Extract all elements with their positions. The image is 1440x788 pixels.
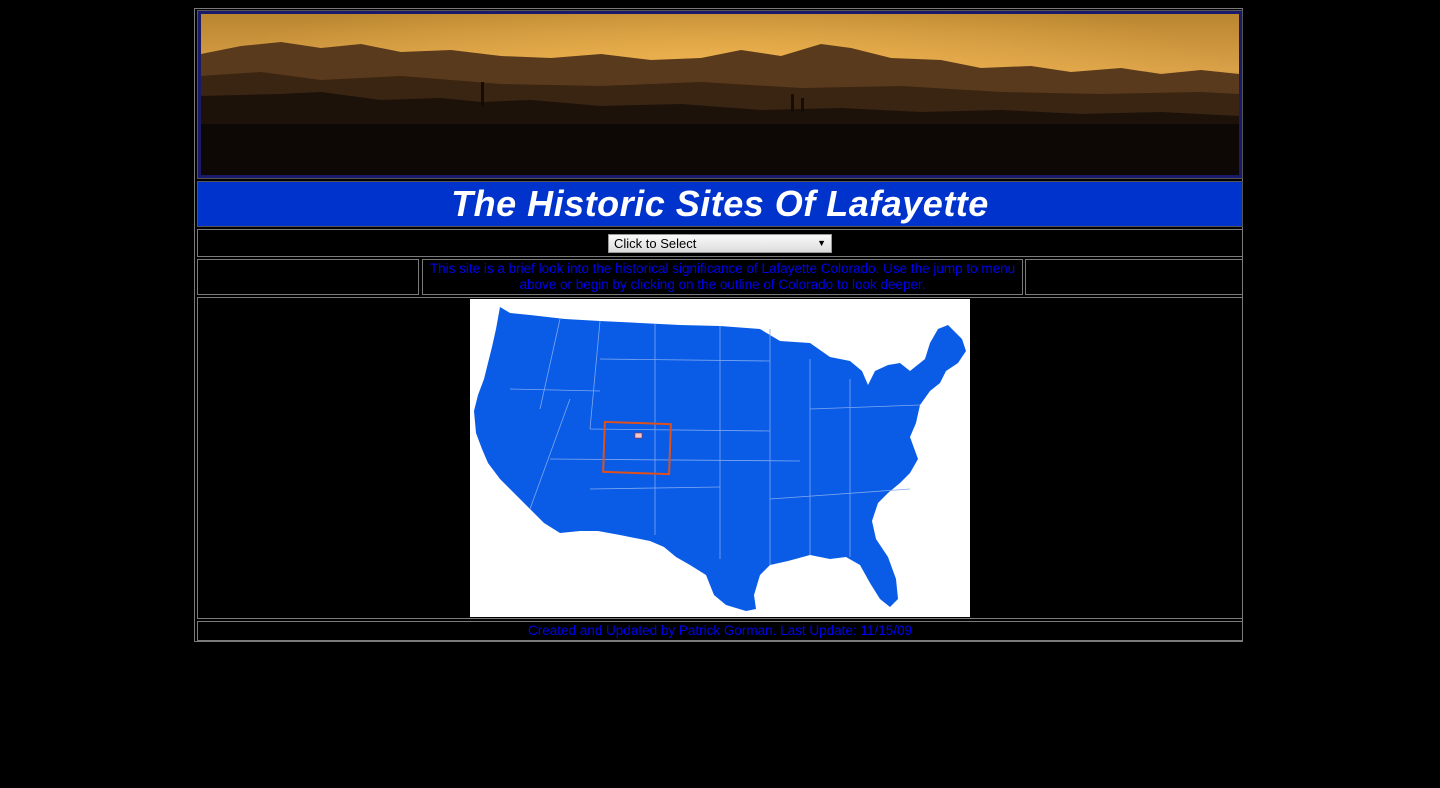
footer: Created and Updated by Patrick Gorman. L… [197, 621, 1243, 641]
intro-text: This site is a brief look into the histo… [422, 259, 1023, 295]
dropdown-arrow-icon: ▼ [817, 238, 826, 248]
intro-right-cell [1025, 259, 1243, 295]
page-title: The Historic Sites Of Lafayette [451, 183, 989, 224]
title-bar: The Historic Sites Of Lafayette [197, 181, 1243, 227]
flag-icon [634, 432, 643, 439]
jump-menu-select[interactable]: Click to Select ▼ [608, 233, 832, 253]
usa-map[interactable] [470, 299, 970, 617]
mountain-sunset-image [201, 14, 1239, 175]
jump-menu-selected: Click to Select [614, 235, 697, 251]
banner [197, 10, 1243, 179]
jump-menu-row: Click to Select ▼ [197, 229, 1243, 257]
intro-left-cell [197, 259, 419, 295]
